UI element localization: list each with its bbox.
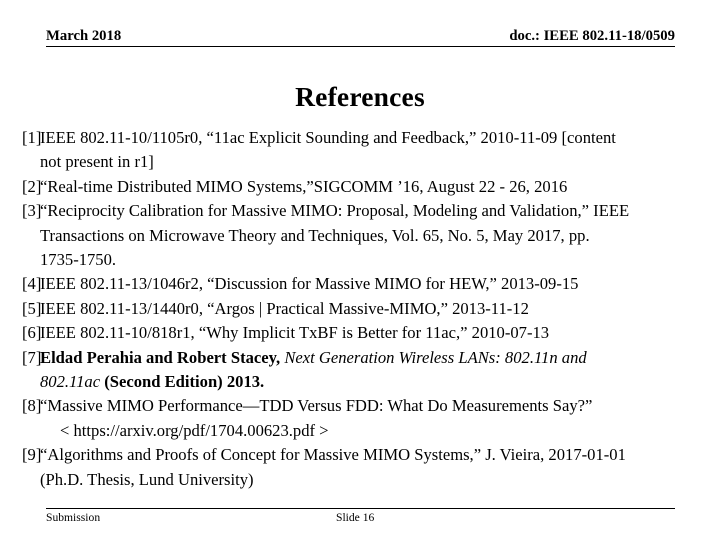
reference-item-9: [9]“Algorithms and Proofs of Concept for… bbox=[22, 443, 694, 492]
reference-item-4: [4]IEEE 802.11-13/1046r2, “Discussion fo… bbox=[22, 272, 694, 296]
reference-item-3: [3]“Reciprocity Calibration for Massive … bbox=[22, 199, 694, 272]
footer-submission-label: Submission bbox=[46, 511, 101, 524]
reference-text-cont: Transactions on Microwave Theory and Tec… bbox=[40, 225, 590, 245]
reference-tag: [2] bbox=[22, 176, 42, 196]
reference-item-7: [7]Eldad Perahia and Robert Stacey, Next… bbox=[22, 346, 694, 395]
reference-tag: [6] bbox=[22, 323, 42, 343]
reference-tag: [4] bbox=[22, 274, 42, 294]
references-list: [1]IEEE 802.11-10/1105r0, “11ac Explicit… bbox=[22, 126, 694, 492]
footer-slide-number: Slide 16 bbox=[336, 511, 375, 524]
header-date: March 2018 bbox=[46, 28, 122, 44]
reference-book-title-cont: 802.11ac bbox=[40, 372, 101, 392]
reference-text: IEEE 802.11-13/1046r2, “Discussion for M… bbox=[40, 274, 579, 294]
reference-item-2: [2]“Real-time Distributed MIMO Systems,”… bbox=[22, 175, 694, 199]
reference-item-1: [1]IEEE 802.11-10/1105r0, “11ac Explicit… bbox=[22, 126, 694, 175]
reference-tag: [3] bbox=[22, 201, 42, 221]
slide-header: March 2018 doc.: IEEE 802.11-18/0509 bbox=[46, 28, 675, 47]
reference-item-5: [5]IEEE 802.11-13/1440r0, “Argos | Pract… bbox=[22, 297, 694, 321]
reference-text: IEEE 802.11-13/1440r0, “Argos | Practica… bbox=[40, 298, 529, 318]
reference-text: “Real-time Distributed MIMO Systems,”SIG… bbox=[40, 176, 568, 196]
header-doc-number: doc.: IEEE 802.11-18/0509 bbox=[509, 28, 675, 44]
slide-footer: Submission Slide 16 bbox=[46, 508, 675, 530]
reference-text-cont2: 1735-1750. bbox=[40, 250, 117, 270]
reference-tag: [1] bbox=[22, 128, 42, 147]
reference-url-8[interactable]: < https://arxiv.org/pdf/1704.00623.pdf > bbox=[22, 419, 694, 443]
reference-tag: [5] bbox=[22, 298, 42, 318]
reference-edition: (Second Edition) 2013. bbox=[100, 372, 265, 392]
reference-item-8: [8]“Massive MIMO Performance—TDD Versus … bbox=[22, 394, 694, 418]
reference-tag: [7] bbox=[22, 347, 42, 367]
reference-text: “Algorithms and Proofs of Concept for Ma… bbox=[40, 445, 626, 465]
reference-book-title: Next Generation Wireless LANs: 802.11n a… bbox=[284, 347, 587, 367]
slide-canvas: March 2018 doc.: IEEE 802.11-18/0509 Ref… bbox=[0, 0, 720, 540]
reference-authors: Eldad Perahia and Robert Stacey, bbox=[40, 347, 285, 367]
reference-text: IEEE 802.11-10/818r1, “Why Implicit TxBF… bbox=[40, 323, 550, 343]
reference-text: “Massive MIMO Performance—TDD Versus FDD… bbox=[40, 396, 593, 416]
reference-tag: [9] bbox=[22, 445, 42, 465]
reference-text-cont: (Ph.D. Thesis, Lund University) bbox=[40, 469, 254, 489]
page-title: References bbox=[295, 81, 425, 112]
reference-item-6: [6]IEEE 802.11-10/818r1, “Why Implicit T… bbox=[22, 321, 694, 345]
reference-tag: [8] bbox=[22, 396, 42, 416]
reference-text-cont: not present in r1] bbox=[40, 152, 154, 172]
reference-text: “Reciprocity Calibration for Massive MIM… bbox=[40, 201, 630, 221]
reference-text: IEEE 802.11-10/1105r0, “11ac Explicit So… bbox=[40, 128, 616, 147]
